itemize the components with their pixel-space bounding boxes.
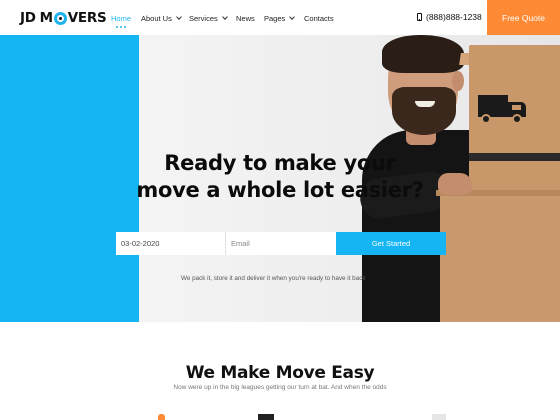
site-header: JD M VERS Home About Us Services News Pa…: [0, 0, 560, 35]
nav-label: Home: [111, 13, 132, 23]
section-subtitle: Now were up in the big leagues getting o…: [173, 384, 387, 391]
hero-title-line2: move a whole lot easier?: [136, 178, 424, 202]
hero-subtitle: We pack it, store it and deliver it when…: [181, 275, 366, 282]
logo-text-jd: JD: [20, 10, 36, 26]
feature-icon-peek: [158, 414, 165, 420]
nav-item-about-us[interactable]: About Us: [141, 12, 182, 24]
logo-text-m: M: [39, 10, 53, 26]
nav-label: Pages: [264, 13, 286, 23]
logo[interactable]: JD M VERS: [20, 9, 107, 27]
email-field[interactable]: [226, 232, 336, 255]
email-input[interactable]: [231, 239, 336, 248]
section-title: We Make Move Easy: [185, 363, 375, 383]
nav-item-services[interactable]: Services: [189, 12, 228, 24]
truck-icon: [478, 95, 530, 125]
chevron-down-icon: [221, 13, 228, 20]
free-quote-button[interactable]: Free Quote: [487, 0, 560, 35]
chevron-down-icon: [176, 13, 182, 20]
feature-icon-peek: [432, 414, 446, 420]
nav-label: Services: [189, 13, 218, 23]
active-indicator: [115, 26, 127, 28]
nav-label: About Us: [141, 13, 172, 23]
date-field[interactable]: [116, 232, 226, 255]
nav-item-home[interactable]: Home: [111, 12, 132, 28]
nav-item-pages[interactable]: Pages: [264, 12, 296, 24]
hero-section: Ready to make your move a whole lot easi…: [0, 35, 560, 322]
nav-label: Contacts: [304, 13, 334, 23]
logo-text-vers: VERS: [67, 10, 107, 26]
phone-text: (888)888-1238: [426, 12, 482, 22]
quote-form: Get Started: [116, 232, 446, 255]
phone-number[interactable]: (888)888-1238: [417, 11, 482, 23]
date-input[interactable]: [121, 239, 225, 248]
feature-icon-peek: [258, 414, 274, 420]
nav-item-news[interactable]: News: [236, 12, 255, 24]
get-started-button[interactable]: Get Started: [336, 232, 446, 255]
hero-title: Ready to make your move a whole lot easi…: [100, 150, 460, 204]
chevron-down-icon: [289, 13, 296, 20]
hero-title-line1: Ready to make your: [164, 151, 396, 175]
nav-label: News: [236, 13, 255, 23]
nav-item-contacts[interactable]: Contacts: [304, 12, 334, 24]
logo-o-icon: [53, 11, 67, 25]
phone-icon: [417, 13, 422, 21]
